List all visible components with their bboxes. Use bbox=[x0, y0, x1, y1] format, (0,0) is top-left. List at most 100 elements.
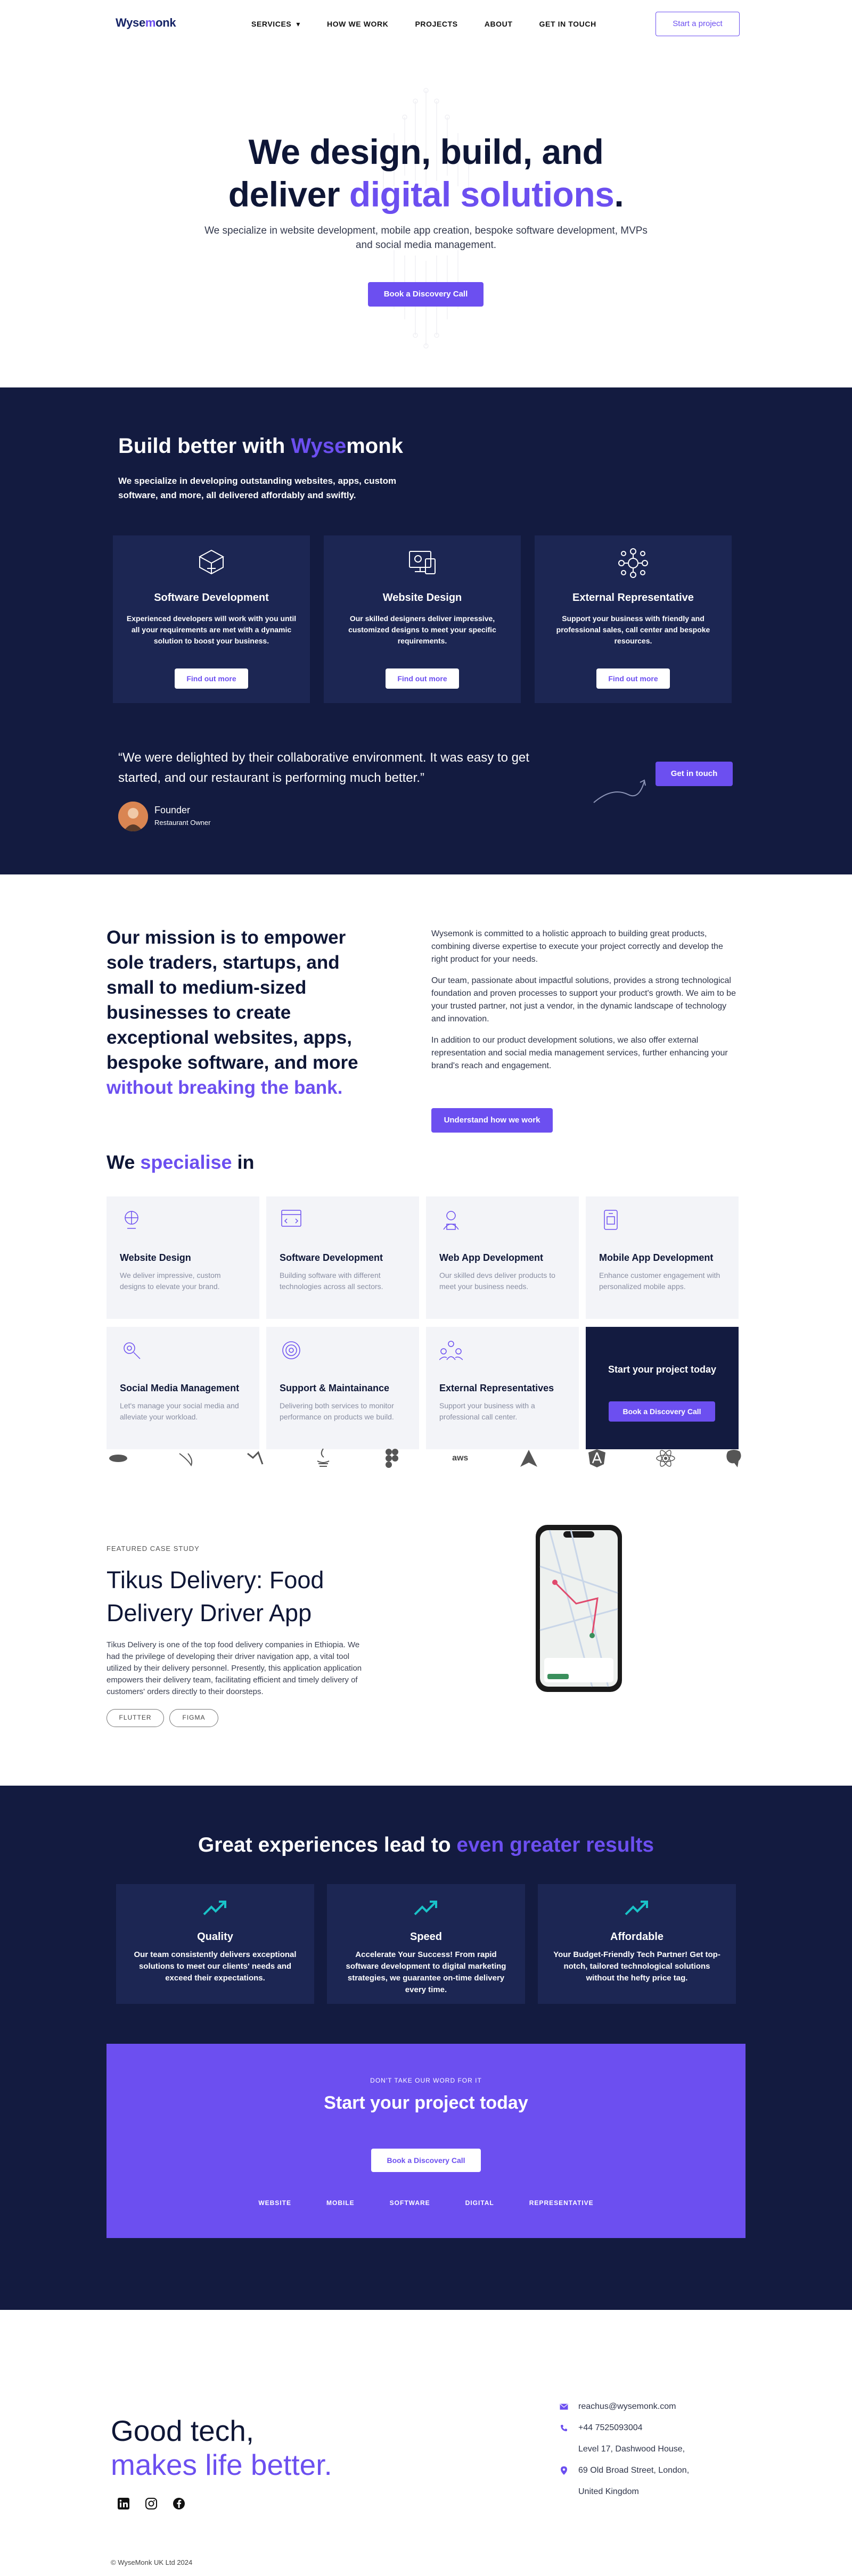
find-out-more-button[interactable]: Find out more bbox=[596, 668, 670, 689]
mission-title-text: Our mission is to empower sole traders, … bbox=[106, 927, 358, 1073]
promo-link-software[interactable]: SOFTWARE bbox=[390, 2199, 430, 2207]
promo-link-representative[interactable]: REPRESENTATIVE bbox=[529, 2199, 594, 2207]
angular-icon bbox=[585, 1447, 609, 1470]
start-project-title: Start your project today bbox=[608, 1364, 717, 1375]
testimonial-role: Restaurant Owner bbox=[154, 819, 211, 827]
mission-section: Our mission is to empower sole traders, … bbox=[0, 874, 852, 1151]
start-project-card: Start your project today Book a Discover… bbox=[586, 1327, 739, 1449]
specialise-card[interactable]: Mobile App Development Enhance customer … bbox=[586, 1196, 739, 1319]
nav-link-get-in-touch[interactable]: GET IN TOUCH bbox=[539, 20, 596, 29]
dart-icon bbox=[243, 1447, 267, 1470]
logo[interactable]: Wysemonk bbox=[116, 16, 176, 30]
card-title: Speed bbox=[409, 1931, 443, 1943]
nav-link-services[interactable]: SERVICES ▾ bbox=[251, 20, 300, 29]
logo-text-b: m bbox=[145, 16, 156, 29]
specialise-title: We specialise in bbox=[106, 1151, 254, 1174]
start-project-button[interactable]: Start a project bbox=[656, 12, 740, 36]
mobile-app-icon bbox=[604, 1210, 618, 1230]
card-title: Support & Maintainance bbox=[280, 1383, 390, 1393]
social-links bbox=[117, 2497, 185, 2510]
nav-link-how-we-work[interactable]: HOW WE WORK bbox=[327, 20, 388, 29]
nav-links: SERVICES ▾ HOW WE WORK PROJECTS ABOUT GE… bbox=[251, 20, 596, 29]
mission-paragraph: Wysemonk is committed to a holistic appr… bbox=[431, 929, 723, 964]
card-title: Social Media Management bbox=[120, 1383, 240, 1393]
specialise-card[interactable]: External Representatives Support your bu… bbox=[426, 1327, 579, 1449]
address-line2: 69 Old Broad Street, London, bbox=[578, 2466, 690, 2475]
external-reps-icon bbox=[439, 1341, 463, 1360]
promo-link-website[interactable]: WEBSITE bbox=[258, 2199, 291, 2207]
specialise-card[interactable]: Support & Maintainance Delivering both s… bbox=[266, 1327, 419, 1449]
email-text: reachus@wysemonk.com bbox=[578, 2402, 676, 2411]
card-title: Software Development bbox=[154, 592, 269, 604]
footer-title-line1: Good tech, bbox=[111, 2414, 255, 2447]
address-line1: Level 17, Dashwood House, bbox=[578, 2445, 685, 2454]
hero-title-line2a: deliver bbox=[228, 175, 349, 214]
book-discovery-call-button[interactable]: Book a Discovery Call bbox=[609, 1401, 715, 1422]
phone-text: +44 7525093004 bbox=[578, 2423, 643, 2432]
figma-icon bbox=[380, 1447, 404, 1470]
understand-how-we-work-button[interactable]: Understand how we work bbox=[431, 1108, 553, 1133]
results-title-prefix: Great experiences lead to bbox=[198, 1834, 457, 1856]
nav-services-label: SERVICES bbox=[251, 20, 292, 28]
linkedin-icon[interactable] bbox=[117, 2497, 130, 2510]
promo-link-mobile[interactable]: MOBILE bbox=[326, 2199, 355, 2207]
website-design-icon bbox=[125, 1211, 138, 1229]
case-study-section: FEATURED CASE STUDY Tikus Delivery: Food… bbox=[0, 1468, 852, 1786]
contact-email[interactable]: reachus@wysemonk.com bbox=[559, 2396, 689, 2417]
facebook-icon[interactable] bbox=[173, 2497, 185, 2510]
testimonial-quote: “We were delighted by their collaborativ… bbox=[118, 750, 529, 785]
address-line3: United Kingdom bbox=[578, 2487, 639, 2496]
network-icon bbox=[618, 548, 648, 578]
contact-phone[interactable]: +44 7525093004 bbox=[559, 2417, 689, 2439]
nav-link-about[interactable]: ABOUT bbox=[485, 20, 513, 29]
specialise-card[interactable]: Social Media Management Let's manage you… bbox=[106, 1327, 259, 1449]
mysql-icon bbox=[106, 1447, 130, 1470]
instagram-icon[interactable] bbox=[145, 2497, 158, 2510]
find-out-more-button[interactable]: Find out more bbox=[386, 668, 459, 689]
card-body: Experienced developers will work with yo… bbox=[126, 614, 297, 645]
contact-address-line3: United Kingdom bbox=[559, 2481, 689, 2503]
contact-address-line1: Level 17, Dashwood House, bbox=[559, 2439, 689, 2460]
footer-title: Good tech, makes life better. bbox=[111, 2414, 332, 2482]
build-better-prefix: Build better with bbox=[118, 434, 291, 458]
book-discovery-call-button[interactable]: Book a Discovery Call bbox=[368, 282, 484, 307]
specialise-title-accent: specialise bbox=[140, 1151, 232, 1173]
nav-link-projects[interactable]: PROJECTS bbox=[415, 20, 457, 29]
specialise-section: We specialise in Website Design We deliv… bbox=[0, 1151, 852, 1468]
results-title-accent: even greater results bbox=[456, 1834, 654, 1856]
curved-arrow-icon bbox=[593, 779, 646, 803]
promo-link-digital[interactable]: DIGITAL bbox=[465, 2199, 494, 2207]
tag-flutter: FLUTTER bbox=[106, 1709, 164, 1727]
hero: We design, build, and deliver digital so… bbox=[0, 48, 852, 387]
specialise-card[interactable]: Software Development Building software w… bbox=[266, 1196, 419, 1319]
specialise-card[interactable]: Web App Development Our skilled devs del… bbox=[426, 1196, 579, 1319]
specialise-title-prefix: We bbox=[106, 1151, 141, 1173]
web-app-dev-icon bbox=[443, 1211, 459, 1230]
case-study-title: Tikus Delivery: Food Delivery Driver App bbox=[106, 1566, 324, 1626]
card-body: Enhance customer engagement with persona… bbox=[599, 1271, 720, 1291]
book-discovery-call-button[interactable]: Book a Discovery Call bbox=[371, 2149, 481, 2172]
card-title: Website Design bbox=[382, 592, 462, 604]
support-icon bbox=[282, 1341, 300, 1359]
promo-title: Start your project today bbox=[324, 2093, 528, 2113]
specialise-card[interactable]: Website Design We deliver impressive, cu… bbox=[106, 1196, 259, 1319]
hero-title: We design, build, and deliver digital so… bbox=[0, 130, 852, 216]
build-better-section: Build better with Wysemonk We specialize… bbox=[0, 387, 852, 874]
find-out-more-button[interactable]: Find out more bbox=[175, 668, 248, 689]
card-body: Accelerate Your Success! From rapid soft… bbox=[346, 1950, 506, 1994]
get-in-touch-button[interactable]: Get in touch bbox=[656, 762, 733, 786]
card-title: Website Design bbox=[120, 1252, 191, 1263]
results-title: Great experiences lead to even greater r… bbox=[0, 1834, 852, 1857]
mail-icon bbox=[559, 2404, 569, 2410]
mission-title: Our mission is to empower sole traders, … bbox=[106, 925, 362, 1100]
testimonial-name: Founder bbox=[154, 805, 191, 815]
phone-mockup-image bbox=[536, 1525, 622, 1692]
software-icon bbox=[198, 549, 225, 575]
result-card-affordable: Affordable Your Budget-Friendly Tech Par… bbox=[538, 1884, 736, 2004]
build-better-title: Build better with Wysemonk bbox=[118, 434, 403, 458]
service-card-representative: External Representative Support your bus… bbox=[535, 535, 732, 703]
logo-text-a: Wyse bbox=[116, 16, 145, 29]
mission-copy: Wysemonk is committed to a holistic appr… bbox=[431, 928, 741, 1081]
result-card-speed: Speed Accelerate Your Success! From rapi… bbox=[327, 1884, 525, 2004]
promo-kicker: DON'T TAKE OUR WORD FOR IT bbox=[370, 2077, 482, 2084]
